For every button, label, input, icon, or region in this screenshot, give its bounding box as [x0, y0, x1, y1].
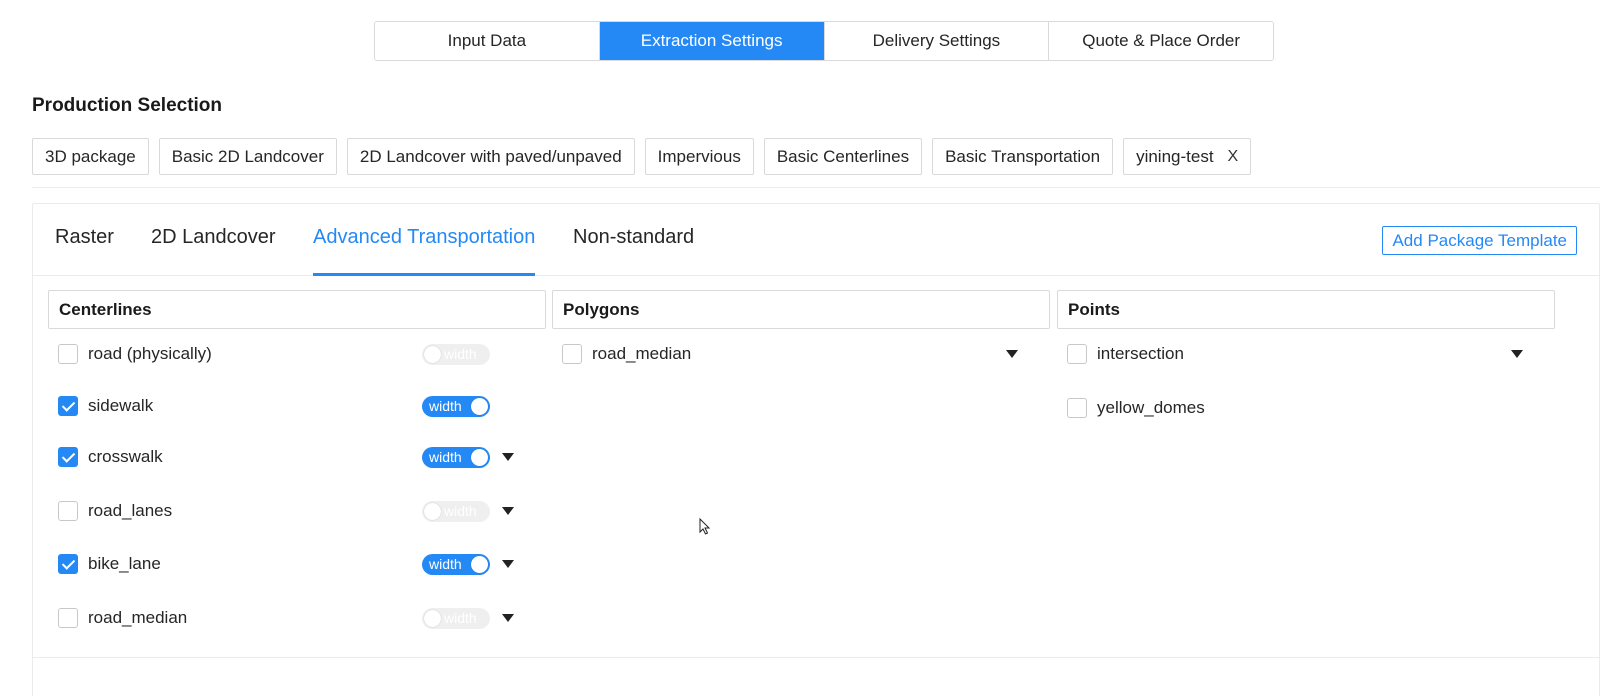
- list-item: road_median: [562, 342, 1040, 366]
- toggle-label: width: [429, 398, 462, 414]
- item-label: crosswalk: [88, 447, 163, 466]
- step-delivery-settings[interactable]: Delivery Settings: [824, 22, 1050, 60]
- checkbox[interactable]: [58, 344, 78, 364]
- toggle-label: width: [444, 346, 477, 362]
- list-item: road_median width: [58, 606, 536, 630]
- list-item: bike_lane width: [58, 552, 536, 576]
- checkbox[interactable]: [562, 344, 582, 364]
- chip-basic-transportation[interactable]: Basic Transportation: [932, 138, 1114, 175]
- toggle-knob: [471, 449, 488, 466]
- list-item: sidewalk width: [58, 394, 536, 418]
- item-label: yellow_domes: [1097, 398, 1205, 417]
- toggle-knob: [424, 610, 441, 627]
- chip-label: Basic 2D Landcover: [171, 146, 324, 166]
- toggle-knob: [424, 346, 441, 363]
- checkbox[interactable]: [58, 501, 78, 521]
- dropdown-caret-icon[interactable]: [502, 507, 514, 515]
- list-item: road_lanes width: [58, 499, 536, 523]
- item-label: bike_lane: [88, 554, 161, 573]
- dropdown-caret-icon[interactable]: [502, 560, 514, 568]
- checkbox[interactable]: [58, 608, 78, 628]
- add-package-template-button[interactable]: Add Package Template: [1382, 226, 1577, 255]
- extraction-settings-card: Raster 2D Landcover Advanced Transportat…: [32, 203, 1600, 696]
- chip-yining-test[interactable]: yining-test X: [1123, 138, 1252, 175]
- divider: [33, 657, 1599, 658]
- width-toggle[interactable]: width: [422, 396, 490, 417]
- chip-basic-2d-landcover[interactable]: Basic 2D Landcover: [158, 138, 337, 175]
- checkbox[interactable]: [1067, 344, 1087, 364]
- divider: [32, 187, 1600, 188]
- step-navigation: Input Data Extraction Settings Delivery …: [374, 21, 1274, 61]
- mouse-cursor-icon: [699, 518, 711, 535]
- chip-label: Impervious: [657, 146, 741, 166]
- chip-3d-package[interactable]: 3D package: [32, 138, 149, 175]
- centerlines-column: Centerlines road (physically) width side…: [48, 290, 546, 629]
- toggle-label: width: [429, 449, 462, 465]
- list-item: intersection: [1067, 342, 1545, 366]
- toggle-knob: [471, 556, 488, 573]
- toggle-knob: [424, 503, 441, 520]
- checkbox[interactable]: [58, 554, 78, 574]
- production-selection-title: Production Selection: [32, 95, 223, 116]
- tab-non-standard[interactable]: Non-standard: [573, 226, 694, 249]
- toggle-knob: [471, 398, 488, 415]
- width-toggle[interactable]: width: [422, 608, 490, 629]
- step-quote-place-order[interactable]: Quote & Place Order: [1049, 22, 1273, 60]
- list-item: road (physically) width: [58, 342, 536, 366]
- dropdown-caret-icon[interactable]: [502, 614, 514, 622]
- selected-product-chips: 3D package Basic 2D Landcover 2D Landcov…: [32, 138, 1252, 175]
- checkbox[interactable]: [58, 447, 78, 467]
- polygons-header: Polygons: [552, 290, 1050, 329]
- width-toggle[interactable]: width: [422, 501, 490, 522]
- points-column: Points intersection yellow_domes: [1057, 290, 1555, 418]
- list-item: yellow_domes: [1067, 396, 1545, 420]
- active-tab-indicator: [313, 273, 535, 276]
- item-label: sidewalk: [88, 396, 154, 415]
- tab-2d-landcover[interactable]: 2D Landcover: [151, 226, 276, 249]
- tab-raster[interactable]: Raster: [55, 226, 114, 249]
- item-label: road_lanes: [88, 501, 173, 520]
- chip-2d-landcover-paved[interactable]: 2D Landcover with paved/unpaved: [346, 138, 635, 175]
- toggle-label: width: [429, 556, 462, 572]
- centerlines-header: Centerlines: [48, 290, 546, 329]
- item-label: intersection: [1097, 344, 1184, 363]
- width-toggle[interactable]: width: [422, 554, 490, 575]
- width-toggle[interactable]: width: [422, 447, 490, 468]
- points-header: Points: [1057, 290, 1555, 329]
- checkbox[interactable]: [1067, 398, 1087, 418]
- chip-label: 2D Landcover with paved/unpaved: [359, 146, 622, 166]
- step-extraction-settings[interactable]: Extraction Settings: [599, 22, 825, 60]
- close-icon[interactable]: X: [1228, 148, 1239, 166]
- width-toggle[interactable]: width: [422, 344, 490, 365]
- dropdown-caret-icon[interactable]: [502, 453, 514, 461]
- item-label: road_median: [88, 608, 188, 627]
- item-label: road_median: [592, 344, 692, 363]
- dropdown-caret-icon[interactable]: [1006, 350, 1018, 358]
- dropdown-caret-icon[interactable]: [1511, 350, 1523, 358]
- item-label: road (physically): [88, 344, 212, 363]
- chip-basic-centerlines[interactable]: Basic Centerlines: [763, 138, 923, 175]
- chip-impervious[interactable]: Impervious: [644, 138, 754, 175]
- category-tabs: Raster 2D Landcover Advanced Transportat…: [33, 204, 1599, 276]
- chip-label: Basic Transportation: [945, 146, 1101, 166]
- polygons-column: Polygons road_median: [552, 290, 1050, 364]
- chip-label: yining-test: [1136, 146, 1214, 166]
- chip-label: Basic Centerlines: [776, 146, 910, 166]
- list-item: crosswalk width: [58, 445, 536, 469]
- toggle-label: width: [444, 610, 477, 626]
- toggle-label: width: [444, 503, 477, 519]
- chip-label: 3D package: [45, 146, 136, 166]
- step-input-data[interactable]: Input Data: [375, 22, 600, 60]
- checkbox[interactable]: [58, 396, 78, 416]
- tab-advanced-transportation[interactable]: Advanced Transportation: [313, 226, 535, 249]
